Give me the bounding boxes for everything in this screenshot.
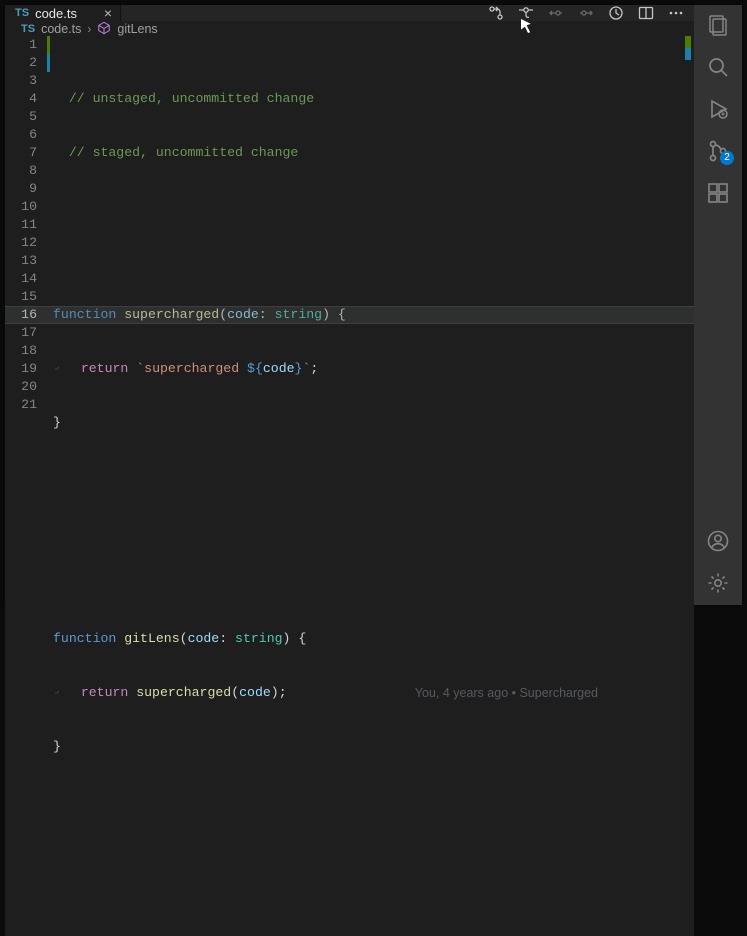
search-icon[interactable] xyxy=(706,55,730,79)
typescript-badge-icon: TS xyxy=(21,23,35,35)
prev-change-icon[interactable] xyxy=(548,5,564,21)
commit-graph-icon[interactable] xyxy=(518,5,534,21)
accounts-icon[interactable] xyxy=(706,529,730,553)
overview-mark-staged xyxy=(685,48,691,60)
run-debug-icon[interactable] xyxy=(706,97,730,121)
toggle-blame-icon[interactable] xyxy=(608,5,624,21)
line-gutter: 1 2 3 4 5 6 7 8 9 10 11 12 13 14 15 16 1… xyxy=(5,36,53,936)
current-line-highlight xyxy=(5,306,694,324)
overview-mark-modified xyxy=(685,36,691,48)
breadcrumb-file: code.ts xyxy=(41,22,81,36)
settings-gear-icon[interactable] xyxy=(706,571,730,595)
code-editor[interactable]: 1 2 3 4 5 6 7 8 9 10 11 12 13 14 15 16 1… xyxy=(5,36,694,936)
split-editor-icon[interactable] xyxy=(638,5,654,21)
symbol-method-icon xyxy=(97,21,111,36)
typescript-badge-icon: TS xyxy=(15,7,29,19)
gitlens-blame-annotation: You, 4 years ago • Supercharged xyxy=(415,684,598,702)
compare-changes-icon[interactable] xyxy=(488,5,504,21)
breadcrumb[interactable]: TS code.ts › gitLens xyxy=(5,21,694,36)
code-content[interactable]: // unstaged, uncommitted change // stage… xyxy=(53,36,694,936)
more-actions-icon[interactable] xyxy=(668,5,684,21)
editor-window: TS code.ts × TS code.ts › gitLens xyxy=(5,5,742,605)
editor-main: TS code.ts × TS code.ts › gitLens xyxy=(5,5,694,605)
close-icon[interactable]: × xyxy=(104,5,112,21)
tab-code-ts[interactable]: TS code.ts × xyxy=(5,5,121,21)
tab-label: code.ts xyxy=(35,6,98,21)
explorer-icon[interactable] xyxy=(706,13,730,37)
scm-badge: 2 xyxy=(720,151,734,165)
source-control-icon[interactable]: 2 xyxy=(706,139,730,163)
indent-guide-icon xyxy=(53,365,61,373)
breadcrumb-symbol: gitLens xyxy=(117,22,157,36)
editor-actions xyxy=(478,5,694,21)
next-change-icon[interactable] xyxy=(578,5,594,21)
tab-bar: TS code.ts × xyxy=(5,5,694,21)
extensions-icon[interactable] xyxy=(706,181,730,205)
indent-guide-icon xyxy=(53,689,61,697)
chevron-right-icon: › xyxy=(87,22,91,36)
overview-ruler[interactable] xyxy=(682,36,694,936)
